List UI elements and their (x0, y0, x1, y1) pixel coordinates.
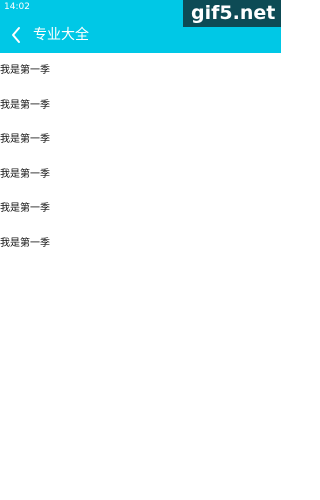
list-item[interactable]: 我是第一季 (0, 226, 281, 261)
list-item-label: 我是第一季 (0, 134, 50, 146)
season-list: 我是第一季 我是第一季 我是第一季 我是第一季 我是第一季 我是第一季 (0, 53, 281, 261)
list-item-label: 我是第一季 (0, 99, 50, 111)
list-item-label: 我是第一季 (0, 168, 50, 180)
watermark-text: gif5.net (191, 2, 276, 24)
chevron-left-icon[interactable] (9, 25, 23, 45)
list-item[interactable]: 我是第一季 (0, 157, 281, 192)
list-item-label: 我是第一季 (0, 237, 50, 249)
page-title: 专业大全 (33, 27, 89, 43)
list-item-label: 我是第一季 (0, 203, 50, 215)
list-item[interactable]: 我是第一季 (0, 53, 281, 88)
list-item[interactable]: 我是第一季 (0, 191, 281, 226)
list-item[interactable]: 我是第一季 (0, 122, 281, 157)
list-item[interactable]: 我是第一季 (0, 88, 281, 123)
status-time: 14:02 (4, 2, 30, 12)
app-screen: 14:02 ▼ ▲ ▮ 专业大全 gif5.net 我是第一季 我是第一季 我是… (0, 0, 281, 500)
list-item-label: 我是第一季 (0, 65, 50, 76)
watermark-logo: gif5.net (183, 0, 281, 27)
